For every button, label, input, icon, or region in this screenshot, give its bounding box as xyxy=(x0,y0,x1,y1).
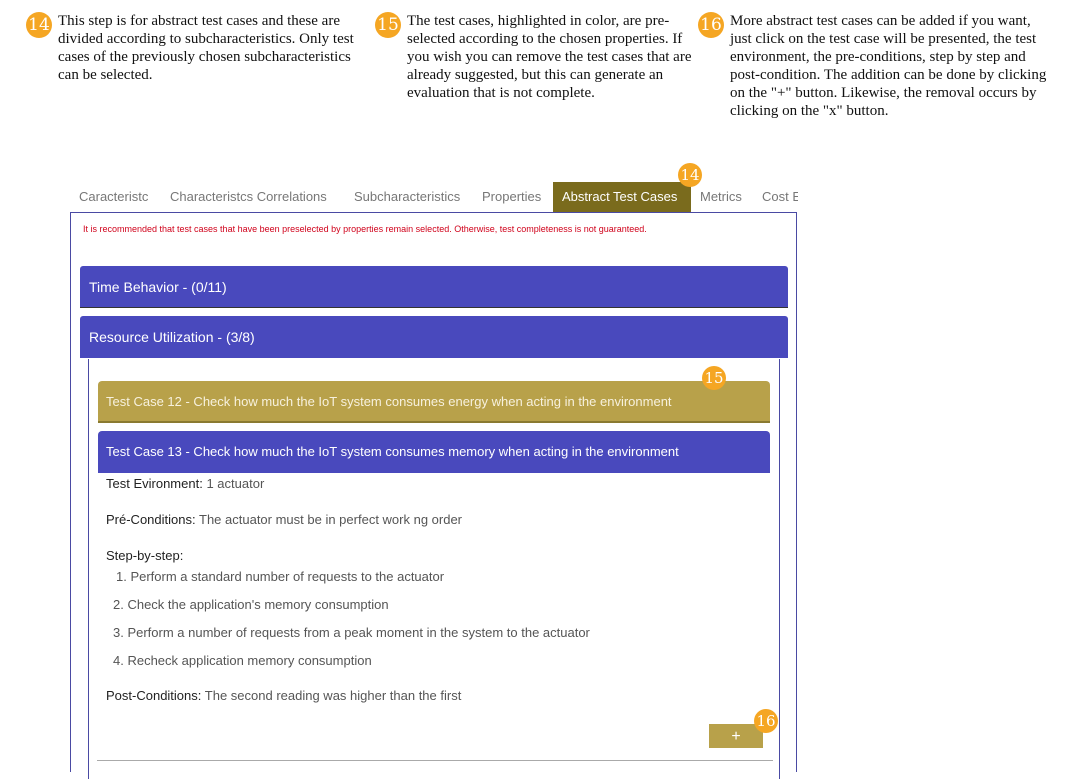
callout-badge-15: 15 xyxy=(702,366,726,390)
post-conditions: Post-Conditions: The second reading was … xyxy=(106,688,461,703)
test-environment-label: Test Evironment: xyxy=(106,476,203,491)
abstract-test-cases-panel: It is recommended that test cases that h… xyxy=(70,212,797,779)
tab-cost[interactable]: Cost E xyxy=(753,182,798,212)
step-item: 2. Check the application's memory consum… xyxy=(113,597,389,612)
step-item: 1. Perform a standard number of requests… xyxy=(116,569,445,584)
note-text-14: This step is for abstract test cases and… xyxy=(58,13,354,83)
tab-subcharacteristics[interactable]: Subcharacteristics xyxy=(345,182,469,212)
pre-conditions: Pré-Conditions: The actuator must be in … xyxy=(106,512,462,527)
add-test-case-button[interactable]: + xyxy=(709,724,763,748)
note-text-16: More abstract test cases can be added if… xyxy=(730,13,1047,119)
step-by-step-label: Step-by-step: xyxy=(106,548,183,563)
note-number-16: 16 xyxy=(698,12,724,38)
step-by-step-heading: Step-by-step: xyxy=(106,548,184,563)
step-item: 3. Perform a number of requests from a p… xyxy=(113,625,590,640)
tab-caracteristc[interactable]: Caracteristc xyxy=(70,182,157,212)
post-conditions-label: Post-Conditions: xyxy=(106,688,202,703)
pre-conditions-value: The actuator must be in perfect work ng … xyxy=(199,512,463,527)
warning-message: It is recommended that test cases that h… xyxy=(83,224,647,234)
test-environment-value: 1 actuator xyxy=(206,476,265,491)
divider xyxy=(97,760,773,761)
accordion-resource-utilization[interactable]: Resource Utilization - (3/8) xyxy=(80,316,788,358)
note-number-14: 14 xyxy=(26,12,52,38)
test-environment: Test Evironment: 1 actuator xyxy=(106,476,264,491)
tab-metrics[interactable]: Metrics xyxy=(691,182,751,212)
resource-utilization-body: Test Case 12 - Check how much the IoT sy… xyxy=(88,359,780,779)
test-case-13[interactable]: Test Case 13 - Check how much the IoT sy… xyxy=(98,431,770,473)
test-case-12[interactable]: Test Case 12 - Check how much the IoT sy… xyxy=(98,381,770,423)
tab-properties[interactable]: Properties xyxy=(473,182,550,212)
callout-badge-14: 14 xyxy=(678,163,702,187)
post-conditions-value: The second reading was higher than the f… xyxy=(204,688,462,703)
tab-characteristics-correlations[interactable]: Characteristcs Correlations xyxy=(161,182,336,212)
note-number-15: 15 xyxy=(375,12,401,38)
callout-badge-16: 16 xyxy=(754,709,778,733)
pre-conditions-label: Pré-Conditions: xyxy=(106,512,196,527)
tab-abstract-test-cases[interactable]: Abstract Test Cases xyxy=(553,182,691,212)
note-text-15: The test cases, highlighted in color, ar… xyxy=(407,13,692,101)
step-item: 4. Recheck application memory consumptio… xyxy=(113,653,372,668)
accordion-time-behavior[interactable]: Time Behavior - (0/11) xyxy=(80,266,788,308)
